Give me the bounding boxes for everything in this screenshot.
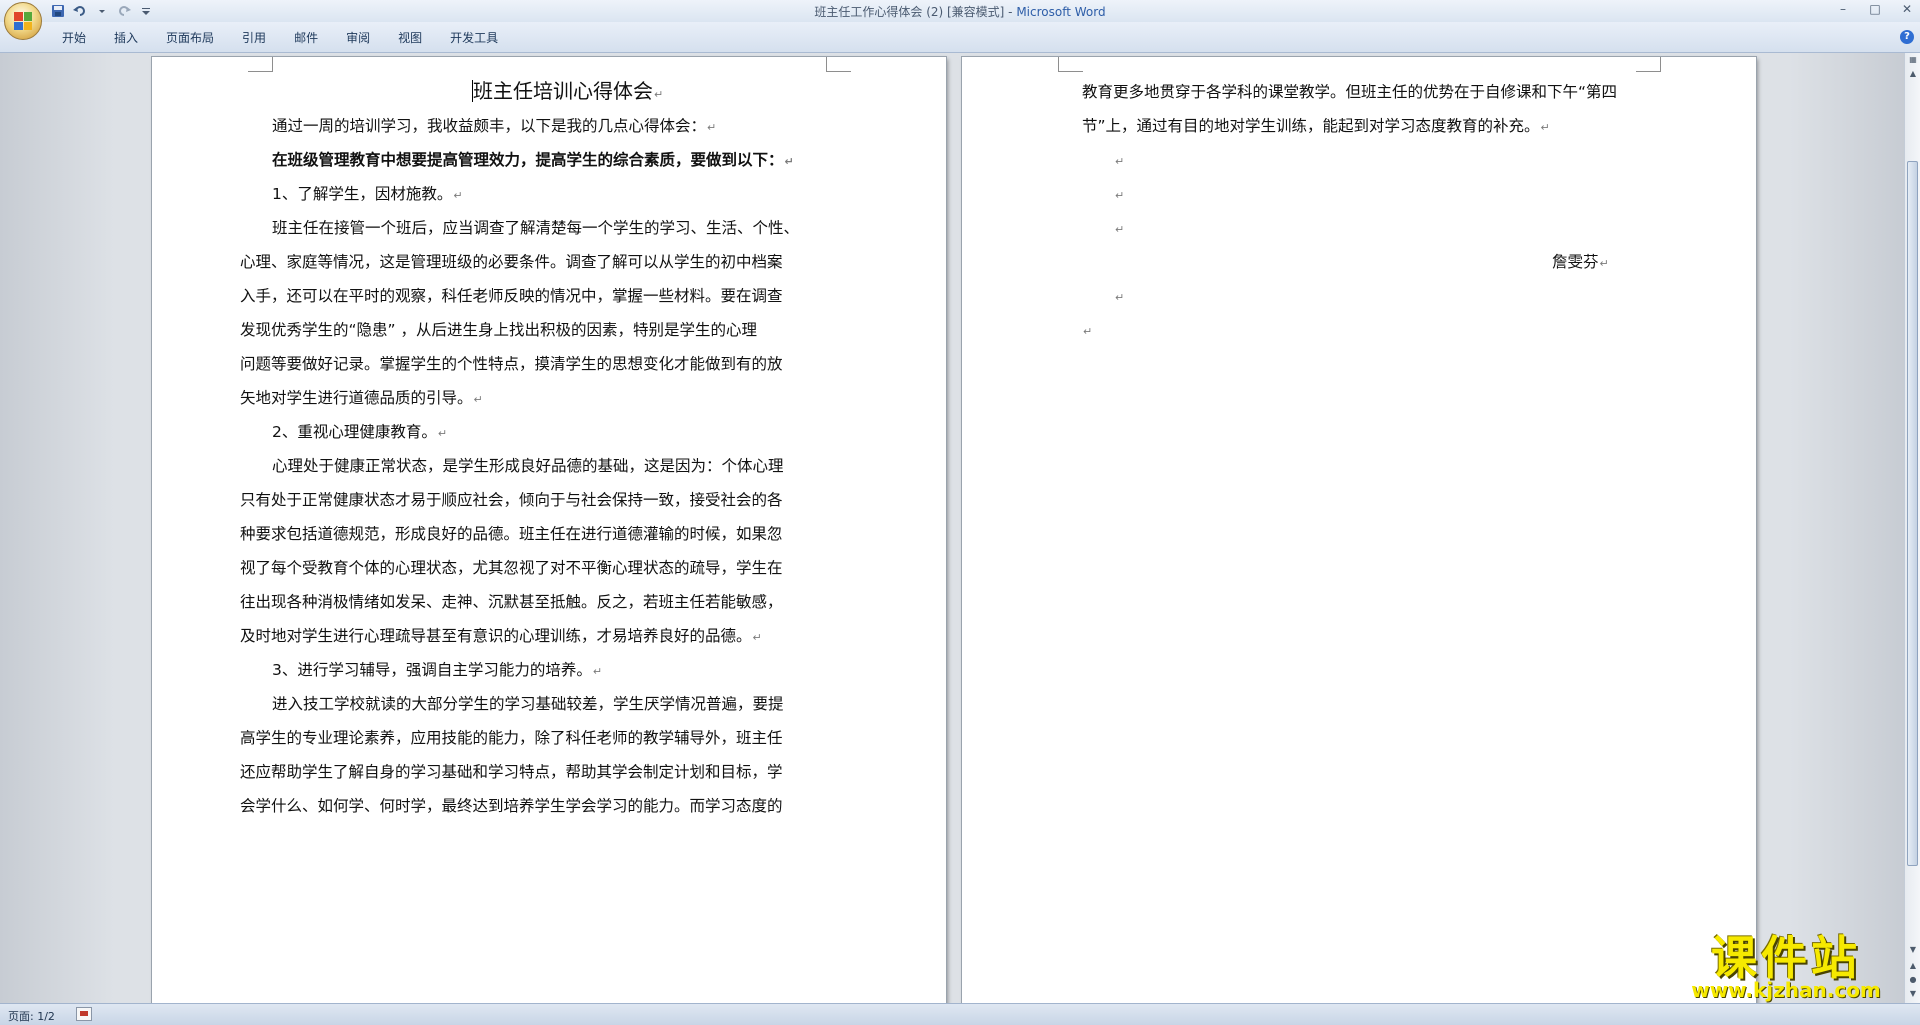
paragraph-line: 矢地对学生进行道德品质的引导。↵ [240,389,483,407]
crop-mark [826,57,851,72]
tab-developer[interactable]: 开发工具 [436,30,512,46]
tab-insert[interactable]: 插入 [100,30,152,46]
paragraph-line: 心理处于健康正常状态，是学生形成良好品德的基础，这是因为：个体心理 [272,457,784,475]
scroll-down-icon[interactable]: ▼ [1906,943,1920,957]
paragraph-line: 高学生的专业理论素养，应用技能的能力，除了科任老师的教学辅导外，班主任 [240,729,783,747]
ribbon: 开始 插入 页面布局 引用 邮件 审阅 视图 开发工具 ? [0,22,1920,53]
crop-mark [1636,57,1661,72]
crop-mark [248,57,273,72]
empty-paragraph: ↵ [1115,189,1125,202]
empty-paragraph: ↵ [1083,325,1093,338]
paragraph-line: 教育更多地贯穿于各学科的课堂教学。但班主任的优势在于自修课和下午“第四 [1082,83,1618,101]
tab-home[interactable]: 开始 [48,30,100,46]
tab-view[interactable]: 视图 [384,30,436,46]
office-button[interactable] [4,2,42,40]
document-title: 班主任工作心得体会 (2) [兼容模式] - [814,5,1017,19]
empty-paragraph: ↵ [1115,223,1125,236]
document-page-1[interactable]: 班主任培训心得体会↵ 通过一周的培训学习，我收益颇丰，以下是我的几点心得体会：↵… [152,57,946,1003]
watermark-url: www.kjzhan.com [1691,978,1881,1002]
vertical-scrollbar[interactable]: ▦ ▲ ▼ ▲ ● ▼ [1904,53,1920,1003]
ruler-toggle-icon[interactable]: ▦ [1906,53,1920,67]
paragraph-line: 在班级管理教育中想要提高管理效力，提高学生的综合素质，要做到以下：↵ [272,151,794,169]
paragraph-line: 还应帮助学生了解自身的学习基础和学习特点，帮助其学会制定计划和目标，学 [240,763,783,781]
signature: 詹雯芬↵ [1552,253,1609,271]
paragraph-line: 节”上，通过有目的地对学生训练，能起到对学习态度教育的补充。↵ [1082,117,1550,135]
empty-paragraph: ↵ [1115,155,1125,168]
close-button[interactable]: ✕ [1900,2,1914,16]
paragraph-line: 发现优秀学生的“隐患” ，从后进生身上找出积极的因素，特别是学生的心理 [240,321,757,339]
paragraph-line: 入手，还可以在平时的观察，科任老师反映的情况中，掌握一些材料。要在调查 [240,287,783,305]
paragraph-line: 种要求包括道德规范，形成良好的品德。班主任在进行道德灌输的时候，如果忽 [240,525,783,543]
paragraph-line: 会学什么、如何学、何时学，最终达到培养学生学会学习的能力。而学习态度的 [240,797,783,815]
tab-review[interactable]: 审阅 [332,30,384,46]
status-bar: 页面: 1/2 [0,1003,1920,1025]
office-logo-icon [14,12,32,30]
window-title: 班主任工作心得体会 (2) [兼容模式] - Microsoft Word [0,3,1920,20]
proofing-icon[interactable] [76,1007,92,1021]
next-page-icon[interactable]: ▼ [1906,987,1920,1001]
minimize-button[interactable]: – [1836,2,1850,16]
ribbon-tabs: 开始 插入 页面布局 引用 邮件 审阅 视图 开发工具 [48,30,512,46]
select-browse-object-icon[interactable]: ● [1906,973,1920,987]
paragraph-line: 及时地对学生进行心理疏导甚至有意识的心理训练，才易培养良好的品德。↵ [240,627,762,645]
maximize-button[interactable]: □ [1868,2,1882,16]
document-area[interactable]: 班主任培训心得体会↵ 通过一周的培训学习，我收益颇丰，以下是我的几点心得体会：↵… [0,53,1904,1003]
paragraph-line: 2、重视心理健康教育。↵ [272,423,448,441]
help-icon[interactable]: ? [1900,30,1914,44]
document-page-2[interactable]: 教育更多地贯穿于各学科的课堂教学。但班主任的优势在于自修课和下午“第四 节”上，… [962,57,1756,1003]
paragraph-line: 心理、家庭等情况，这是管理班级的必要条件。调查了解可以从学生的初中档案 [240,253,783,271]
watermark-logo: 课件站 www.kjzhan.com [1668,922,1904,1004]
scroll-up-icon[interactable]: ▲ [1906,67,1920,81]
scrollbar-thumb[interactable] [1907,161,1918,866]
paragraph-line: 通过一周的培训学习，我收益颇丰，以下是我的几点心得体会：↵ [272,117,717,135]
tab-references[interactable]: 引用 [228,30,280,46]
document-heading: 班主任培训心得体会↵ [472,79,664,103]
paragraph-line: 往出现各种消极情绪如发呆、走神、沉默甚至抵触。反之，若班主任若能敏感， [240,593,783,611]
tab-mailings[interactable]: 邮件 [280,30,332,46]
window-controls: – □ ✕ [1836,2,1914,16]
paragraph-line: 班主任在接管一个班后，应当调查了解清楚每一个学生的学习、生活、个性、 [272,219,800,237]
paragraph-line: 3、进行学习辅导，强调自主学习能力的培养。↵ [272,661,603,679]
paragraph-line: 进入技工学校就读的大部分学生的学习基础较差，学生厌学情况普遍，要提 [272,695,784,713]
paragraph-line: 视了每个受教育个体的心理状态，尤其忽视了对不平衡心理状态的疏导，学生在 [240,559,783,577]
page-count[interactable]: 页面: 1/2 [8,1008,55,1024]
tab-page-layout[interactable]: 页面布局 [152,30,228,46]
paragraph-line: 只有处于正常健康状态才易于顺应社会，倾向于与社会保持一致，接受社会的各 [240,491,783,509]
paragraph-line: 1、了解学生，因材施教。↵ [272,185,463,203]
crop-mark [1058,57,1083,72]
paragraph-line: 问题等要做好记录。掌握学生的个性特点，摸清学生的思想变化才能做到有的放 [240,355,783,373]
previous-page-icon[interactable]: ▲ [1906,959,1920,973]
title-bar: 班主任工作心得体会 (2) [兼容模式] - Microsoft Word – … [0,0,1920,22]
app-name: Microsoft Word [1016,5,1106,19]
empty-paragraph: ↵ [1115,291,1125,304]
